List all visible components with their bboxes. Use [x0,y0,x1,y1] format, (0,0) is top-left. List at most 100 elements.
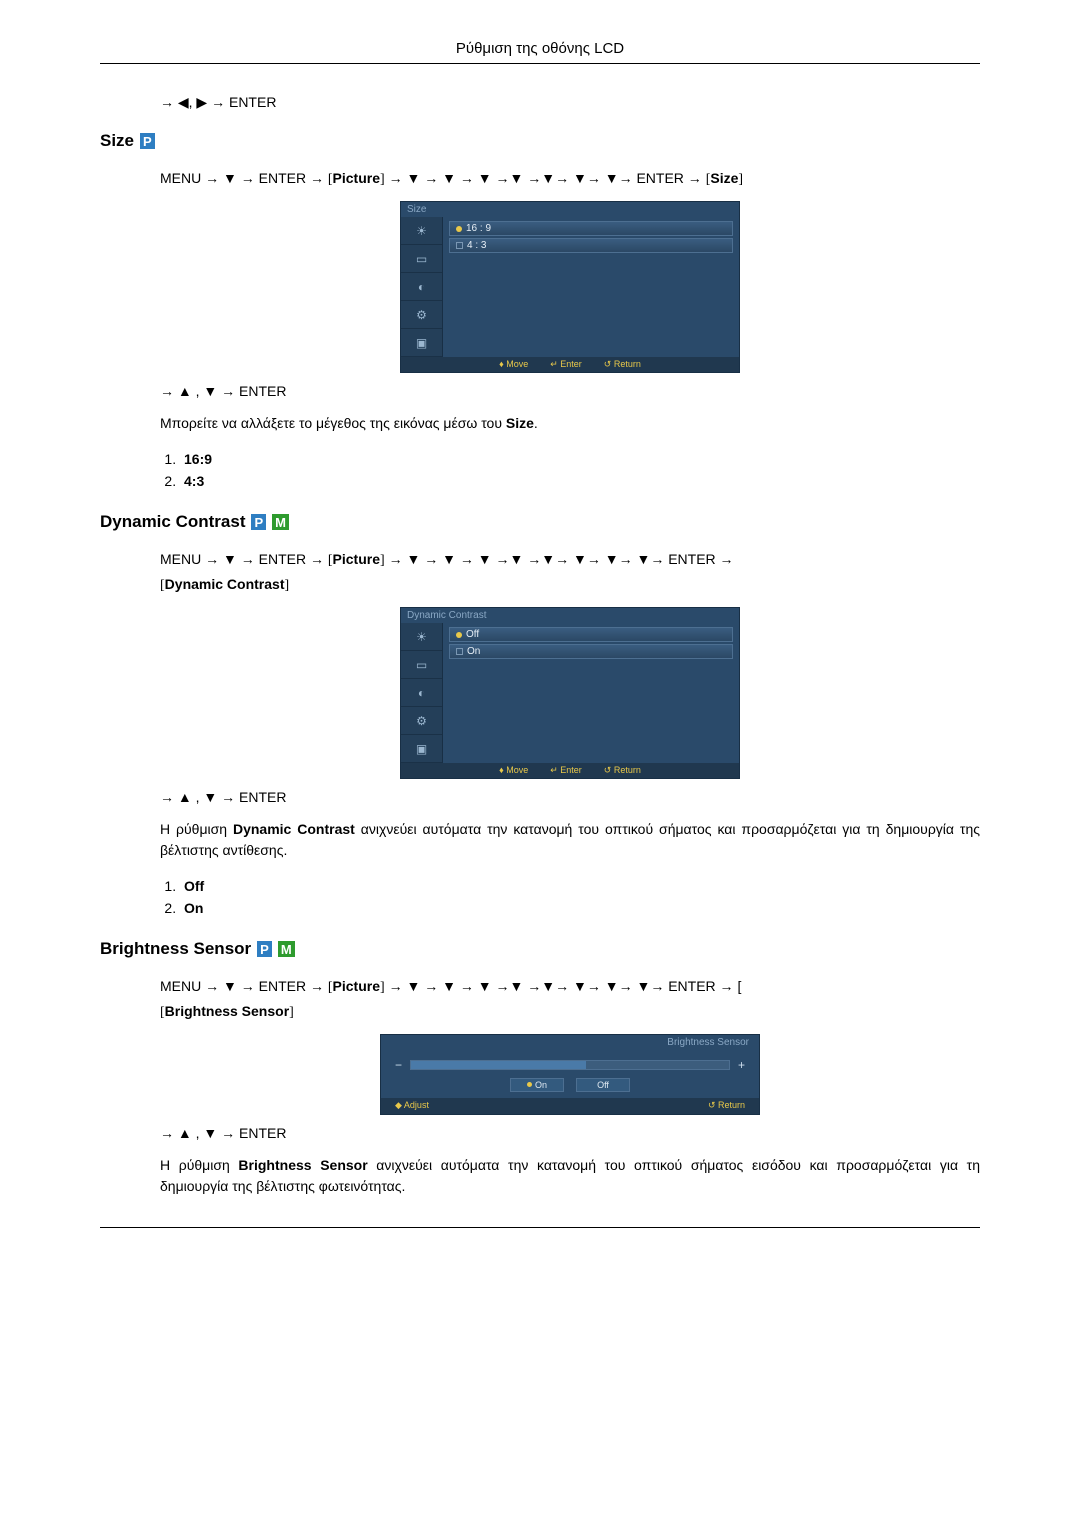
size-option-list: 16:9 4:3 [160,448,980,492]
osd-footer-adjust: ◆ Adjust [395,1100,429,1111]
dynamic-list-1: Off [184,878,204,894]
osd-nav-icon[interactable]: ☀ [401,217,442,245]
top-rule [100,63,980,64]
osd-nav-icon[interactable]: ◐ [401,679,442,707]
size-menu-path: MENU → ▼ → ENTER → [Picture] → ▼ → ▼ → ▼… [160,167,980,191]
size-body-end: . [534,415,538,431]
list-item: 4:3 [180,470,980,492]
badge-p-icon: P [140,133,155,149]
osd-nav-icon[interactable]: ▣ [401,735,442,763]
bottom-rule [100,1227,980,1228]
osd-footer-move: ♦ Move [499,359,528,370]
dynamic-osd-opt1-label: Off [466,629,479,640]
osd-nav-icon[interactable]: ⚙ [401,301,442,329]
list-item: 16:9 [180,448,980,470]
size-osd-opt1-label: 16 : 9 [466,223,491,234]
osd-footer-enter: ↵ Enter [550,359,582,370]
slider-minus-icon[interactable]: − [395,1058,402,1072]
badge-p-icon: P [257,941,272,957]
dynamic-menu-path: MENU → ▼ → ENTER → [Picture] → ▼ → ▼ → ▼… [160,548,980,597]
unselected-box-icon [456,648,463,655]
dynamic-osd-title: Dynamic Contrast [401,608,739,623]
brightness-body: Η ρύθμιση Brightness Sensor ανιχνεύει αυ… [160,1155,980,1197]
size-osd-footer: ♦ Move ↵ Enter ↺ Return [401,357,739,372]
size-body-bold: Size [506,415,534,431]
brightness-title: Brightness Sensor [100,939,251,959]
badge-m-icon: M [272,514,289,530]
osd-sidebar: ☀ ▭ ◐ ⚙ ▣ [401,623,443,763]
dynamic-body: Η ρύθμιση Dynamic Contrast ανιχνεύει αυτ… [160,819,980,861]
dynamic-body-bold: Dynamic Contrast [233,821,355,837]
dynamic-osd: Dynamic Contrast ☀ ▭ ◐ ⚙ ▣ Off On ♦ [400,607,740,779]
dynamic-osd-opt2-label: On [467,646,480,657]
osd-footer-return: ↺ Return [708,1100,745,1111]
size-title: Size [100,131,134,151]
dynamic-path-mid: → ▼ → ▼ → ▼ →▼ →▼→ ▼→ ▼→ ▼→ ENTER → [385,551,734,567]
size-list-1: 16:9 [184,451,212,467]
dynamic-osd-footer: ♦ Move ↵ Enter ↺ Return [401,763,739,778]
size-list-2: 4:3 [184,473,204,489]
osd-footer-move: ♦ Move [499,765,528,776]
unselected-box-icon [456,242,463,249]
size-path-end: Size [710,170,738,186]
size-osd-option-4-3[interactable]: 4 : 3 [449,238,733,253]
dynamic-path-prefix: MENU → ▼ → ENTER → [160,551,328,567]
dynamic-path-end: Dynamic Contrast [165,576,285,592]
brightness-body-bold: Brightness Sensor [238,1157,367,1173]
size-body: Μπορείτε να αλλάξετε το μέγεθος της εικό… [160,413,980,434]
slider-track[interactable] [410,1060,730,1070]
slider-plus-icon[interactable]: + [738,1058,745,1072]
section-dynamic-heading: Dynamic Contrast PM [100,512,980,532]
brightness-off-label: Off [597,1080,609,1090]
selected-dot-icon [456,226,462,232]
dynamic-osd-option-off[interactable]: Off [449,627,733,642]
size-osd-title: Size [401,202,739,217]
brightness-menu-path: MENU → ▼ → ENTER → [Picture] → ▼ → ▼ → ▼… [160,975,980,1024]
brightness-off-button[interactable]: Off [576,1078,630,1092]
brightness-osd: Brightness Sensor − + On Off ◆ Adjust ↺ … [380,1034,760,1115]
osd-nav-icon[interactable]: ◐ [401,273,442,301]
nav-line-lr: → ◀, ▶ → ENTER [160,94,980,111]
brightness-path-prefix: MENU → ▼ → ENTER → [160,978,328,994]
osd-nav-icon[interactable]: ▣ [401,329,442,357]
dynamic-path-picture: Picture [333,551,380,567]
osd-footer-enter: ↵ Enter [550,765,582,776]
dynamic-body-1: Η ρύθμιση [160,821,233,837]
osd-nav-icon[interactable]: ▭ [401,245,442,273]
dynamic-list-2: On [184,900,203,916]
size-osd: Size ☀ ▭ ◐ ⚙ ▣ 16 : 9 4 : 3 ♦ Move [400,201,740,373]
section-brightness-heading: Brightness Sensor PM [100,939,980,959]
brightness-slider[interactable]: − + [395,1058,745,1072]
brightness-body-1: Η ρύθμιση [160,1157,238,1173]
dynamic-option-list: Off On [160,875,980,919]
brightness-path-mid: → ▼ → ▼ → ▼ →▼ →▼→ ▼→ ▼→ ▼→ ENTER → [ [385,978,742,994]
dynamic-osd-option-on[interactable]: On [449,644,733,659]
osd-nav-icon[interactable]: ▭ [401,651,442,679]
size-osd-option-16-9[interactable]: 16 : 9 [449,221,733,236]
list-item: Off [180,875,980,897]
selected-dot-icon [527,1082,532,1087]
slider-fill [411,1061,586,1069]
osd-footer-return: ↺ Return [604,765,641,776]
brightness-osd-title: Brightness Sensor [381,1035,759,1050]
brightness-on-button[interactable]: On [510,1078,564,1092]
selected-dot-icon [456,632,462,638]
brightness-on-label: On [535,1080,547,1090]
brightness-osd-footer: ◆ Adjust ↺ Return [381,1098,759,1114]
list-item: On [180,897,980,919]
size-osd-opt2-label: 4 : 3 [467,240,486,251]
nav-line-ud: → ▲ , ▼ → ENTER [160,1125,980,1141]
section-size-heading: Size P [100,131,980,151]
size-path-mid: → ▼ → ▼ → ▼ →▼ →▼→ ▼→ ▼→ ENTER → [385,170,706,186]
nav-line-ud: → ▲ , ▼ → ENTER [160,383,980,399]
osd-nav-icon[interactable]: ☀ [401,623,442,651]
osd-sidebar: ☀ ▭ ◐ ⚙ ▣ [401,217,443,357]
brightness-path-picture: Picture [333,978,380,994]
page-title: Ρύθμιση της οθόνης LCD [100,40,980,57]
badge-m-icon: M [278,941,295,957]
size-path-prefix: MENU → ▼ → ENTER → [160,170,328,186]
nav-line-ud: → ▲ , ▼ → ENTER [160,789,980,805]
size-path-picture: Picture [333,170,380,186]
brightness-path-end: Brightness Sensor [165,1003,289,1019]
osd-nav-icon[interactable]: ⚙ [401,707,442,735]
